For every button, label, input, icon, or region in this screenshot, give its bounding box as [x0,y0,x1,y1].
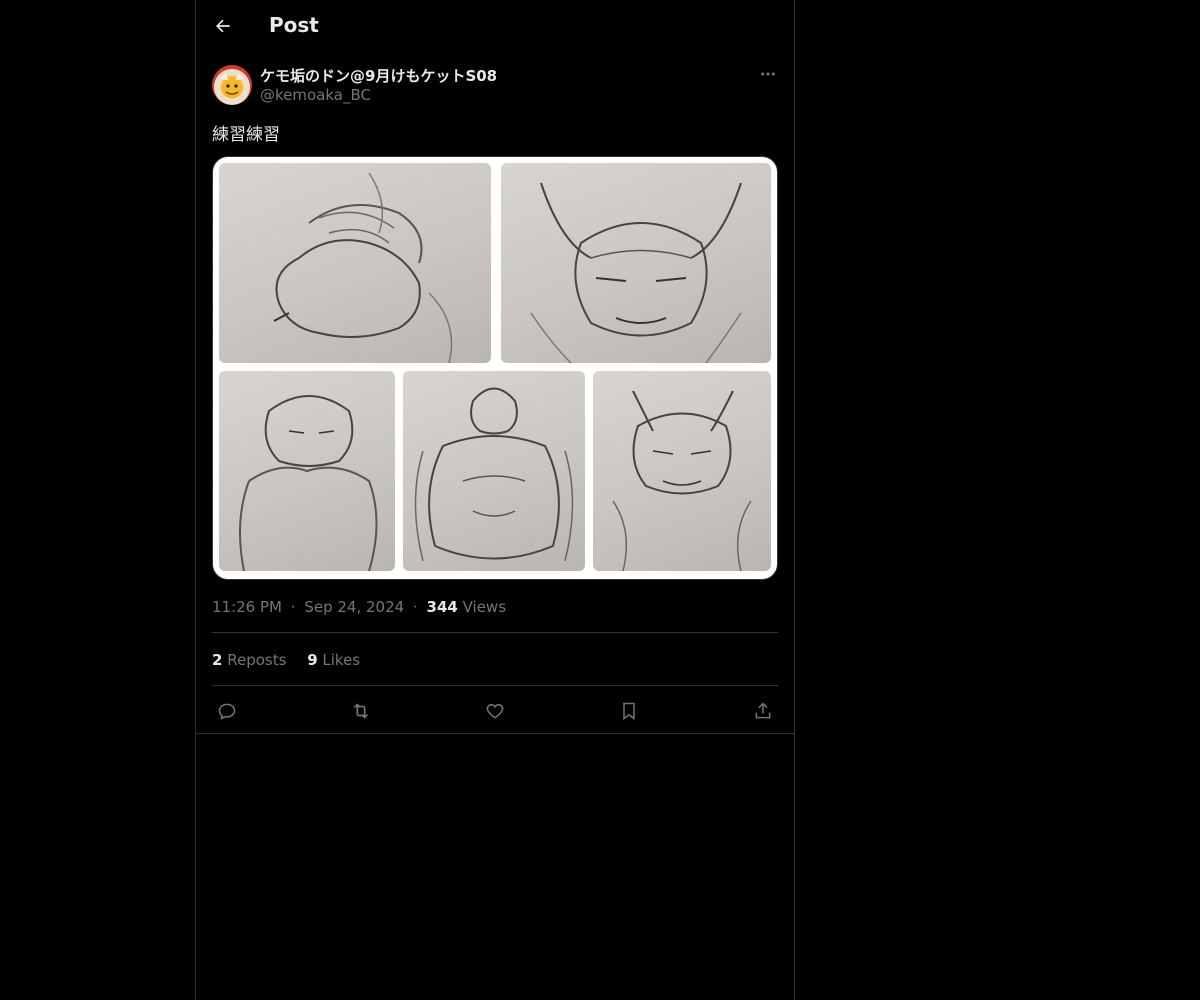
reply-icon [218,703,236,720]
sketch-image [403,371,585,571]
sketch-image [501,163,771,363]
post-time[interactable]: 11:26 PM [212,598,282,616]
reposts-stat[interactable]: 2 Reposts [212,651,286,669]
views-count: 344 [426,598,458,616]
divider [212,685,778,686]
avatar[interactable] [212,65,252,105]
meta-separator: · [290,598,296,616]
like-button[interactable] [480,698,510,724]
share-icon [755,702,771,719]
action-bar [212,698,778,724]
likes-count: 9 [307,651,318,669]
divider [196,733,794,734]
sketch-image [219,371,395,571]
views-label: Views [462,598,507,616]
repost-button[interactable] [346,698,376,724]
post-column: Post ケモ垢のドン@9月けもケットS08 @kemoaka_BC 練習練習 [195,0,795,1000]
author-display-name[interactable]: ケモ垢のドン@9月けもケットS08 [260,65,497,86]
top-bar: Post [196,0,794,53]
post-text: 練習練習 [212,125,280,145]
post-meta: 11:26 PM · Sep 24, 2024 · 344 Views [212,598,506,616]
author-handle[interactable]: @kemoaka_BC [260,86,371,104]
page-title: Post [269,13,319,37]
divider [212,632,778,633]
sketch-image [219,163,491,363]
meta-separator: · [412,598,418,616]
reposts-count: 2 [212,651,223,669]
bookmark-button[interactable] [614,698,644,724]
reposts-label: Reposts [227,651,287,669]
sketch-image [593,371,771,571]
heart-icon [486,703,504,719]
more-icon [761,72,775,76]
post-date[interactable]: Sep 24, 2024 [304,598,404,616]
bookmark-icon [623,702,635,720]
reply-button[interactable] [212,698,242,724]
post-media[interactable] [212,156,778,580]
more-button[interactable] [758,64,778,84]
back-button[interactable] [208,11,238,41]
avatar-image [220,73,244,98]
likes-stat[interactable]: 9 Likes [307,651,360,669]
arrow-left-icon [216,19,230,33]
repost-icon [353,703,369,719]
likes-label: Likes [322,651,361,669]
share-button[interactable] [748,698,778,724]
engagement-stats: 2 Reposts 9 Likes [212,651,376,669]
